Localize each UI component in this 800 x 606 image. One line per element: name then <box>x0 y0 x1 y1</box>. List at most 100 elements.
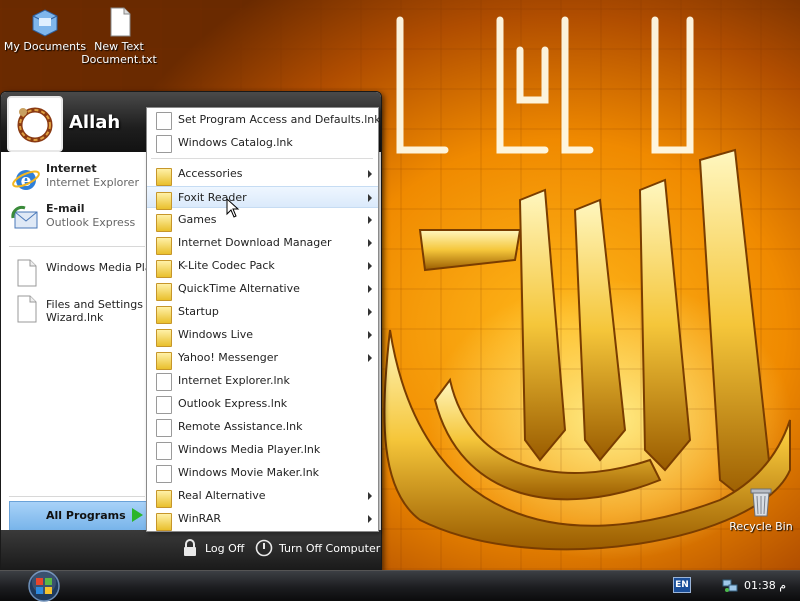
program-item[interactable]: Windows Catalog.lnk <box>147 132 378 154</box>
program-folder-winrar[interactable]: WinRAR <box>147 508 378 531</box>
program-label: Internet Explorer.lnk <box>178 374 290 387</box>
program-label: Set Program Access and Defaults.lnk <box>178 113 381 126</box>
program-item[interactable]: Remote Assistance.lnk <box>147 416 378 438</box>
pinned-subtitle: Internet Explorer <box>46 176 139 189</box>
recent-label-line2: Wizard.lnk <box>46 311 104 324</box>
shortcut-file-icon <box>156 419 172 437</box>
program-label: WinRAR <box>178 512 222 525</box>
folder-icon <box>156 329 172 347</box>
clock[interactable]: 01:38 م <box>744 579 786 592</box>
program-folder-k-lite-codec-pack[interactable]: K-Lite Codec Pack <box>147 255 378 278</box>
submenu-arrow-icon <box>368 262 372 270</box>
system-tray: EN 01:38 م <box>664 571 800 601</box>
lock-icon <box>184 539 196 556</box>
submenu-arrow-icon <box>368 354 372 362</box>
program-folder-internet-download-manager[interactable]: Internet Download Manager <box>147 232 378 255</box>
submenu-arrow-icon <box>368 239 372 247</box>
avatar[interactable] <box>7 96 63 152</box>
shortcut-file-icon <box>156 465 172 483</box>
folder-icon <box>156 192 172 210</box>
program-label: Remote Assistance.lnk <box>178 420 303 433</box>
all-programs-button[interactable]: All Programs <box>9 501 149 531</box>
folder-icon <box>156 352 172 370</box>
submenu-arrow-icon <box>368 170 372 178</box>
folder-icon <box>156 513 172 531</box>
document-icon <box>11 258 41 288</box>
start-button[interactable] <box>24 569 64 603</box>
program-folder-accessories[interactable]: Accessories <box>147 163 378 186</box>
shortcut-file-icon <box>156 135 172 153</box>
desktop-icon-label: Recycle Bin <box>729 520 793 533</box>
program-label: Yahoo! Messenger <box>178 351 279 364</box>
folder-icon <box>156 260 172 278</box>
program-folder-yahoo-messenger[interactable]: Yahoo! Messenger <box>147 347 378 370</box>
recycle-bin-icon <box>745 486 777 518</box>
language-indicator[interactable]: EN <box>673 577 691 593</box>
submenu-arrow-icon <box>368 492 372 500</box>
submenu-arrow-icon <box>368 216 372 224</box>
log-off-button[interactable]: Log Off <box>181 538 251 560</box>
power-icon <box>255 539 273 557</box>
recent-windows-media-player[interactable]: Windows Media Playe <box>9 254 165 292</box>
desktop-icon-new-text-document[interactable]: New Text Document.txt <box>74 6 164 66</box>
program-item[interactable]: Outlook Express.lnk <box>147 393 378 415</box>
divider <box>151 158 373 159</box>
program-label: Games <box>178 213 217 226</box>
submenu-arrow-icon <box>368 515 372 523</box>
folder-icon <box>156 214 172 232</box>
all-programs-label: All Programs <box>46 509 126 522</box>
internet-explorer-icon: e <box>11 164 41 194</box>
program-label: Accessories <box>178 167 243 180</box>
program-folder-games[interactable]: Games <box>147 209 378 232</box>
program-item[interactable]: Internet Explorer.lnk <box>147 370 378 392</box>
program-label: Windows Catalog.lnk <box>178 136 293 149</box>
program-folder-quicktime-alternative[interactable]: QuickTime Alternative <box>147 278 378 301</box>
submenu-arrow-icon <box>368 194 372 202</box>
log-off-label: Log Off <box>205 542 245 555</box>
program-folder-foxit-reader[interactable]: Foxit Reader <box>147 186 378 210</box>
program-label: Windows Movie Maker.lnk <box>178 466 320 479</box>
network-icon[interactable] <box>722 577 738 593</box>
program-label: Windows Live <box>178 328 254 341</box>
program-label: Startup <box>178 305 219 318</box>
desktop-icon-recycle-bin[interactable]: Recycle Bin <box>716 486 800 533</box>
submenu-arrow-icon <box>368 331 372 339</box>
program-label: Internet Download Manager <box>178 236 332 249</box>
shortcut-file-icon <box>156 373 172 391</box>
program-label: Windows Media Player.lnk <box>178 443 321 456</box>
program-item[interactable]: Windows Media Player.lnk <box>147 439 378 461</box>
user-name: Allah <box>69 112 121 133</box>
folder-icon <box>156 237 172 255</box>
program-label: QuickTime Alternative <box>178 282 300 295</box>
pinned-email[interactable]: E-mail Outlook Express <box>9 200 149 238</box>
divider <box>9 246 145 247</box>
pinned-subtitle: Outlook Express <box>46 216 136 229</box>
program-label: K-Lite Codec Pack <box>178 259 275 272</box>
shortcut-file-icon <box>156 396 172 414</box>
recent-files-and-settings-wizard[interactable]: Files and Settings Tra Wizard.lnk <box>9 290 163 328</box>
shortcut-file-icon <box>156 112 172 130</box>
pinned-title: Internet <box>46 162 97 175</box>
program-folder-real-alternative[interactable]: Real Alternative <box>147 485 378 508</box>
text-file-icon <box>103 6 135 38</box>
program-label: Outlook Express.lnk <box>178 397 288 410</box>
start-menu-footer: Log Off Turn Off Computer <box>1 530 381 570</box>
outlook-express-icon <box>11 204 41 234</box>
pinned-internet[interactable]: e Internet Internet Explorer <box>9 160 149 198</box>
programs-menu: Set Program Access and Defaults.lnk Wind… <box>146 107 381 532</box>
windows-start-orb-icon <box>28 570 60 602</box>
turn-off-computer-button[interactable]: Turn Off Computer <box>255 538 381 560</box>
program-folder-startup[interactable]: Startup <box>147 301 378 324</box>
program-folder-windows-live[interactable]: Windows Live <box>147 324 378 347</box>
program-label: Real Alternative <box>178 489 266 502</box>
my-documents-icon <box>29 6 61 38</box>
submenu-arrow-icon <box>368 285 372 293</box>
program-item[interactable]: Set Program Access and Defaults.lnk <box>147 109 381 131</box>
folder-icon <box>156 283 172 301</box>
mouse-cursor-icon <box>226 198 240 218</box>
pinned-title: E-mail <box>46 202 85 215</box>
divider <box>9 496 145 497</box>
program-item[interactable]: Windows Movie Maker.lnk <box>147 462 378 484</box>
start-menu-left-pane: e Internet Internet Explorer E-mail Outl… <box>1 152 165 530</box>
turn-off-label: Turn Off Computer <box>279 542 381 555</box>
